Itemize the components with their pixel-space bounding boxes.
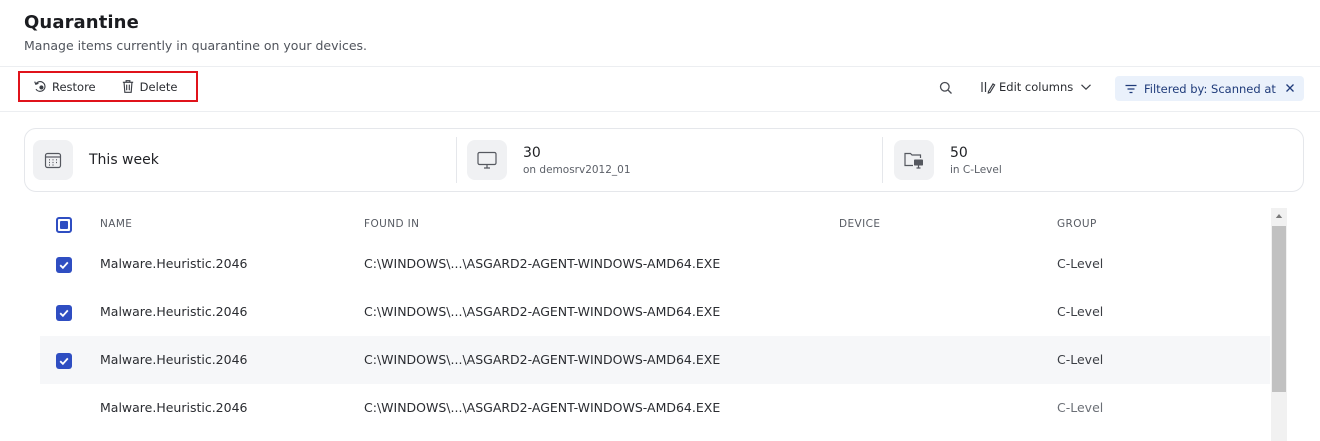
columns-icon — [981, 82, 996, 94]
bulk-actions-group: Restore Delete — [18, 71, 198, 102]
row-checkbox[interactable] — [56, 353, 72, 369]
table-row[interactable]: Malware.Heuristic.2046 C:\WINDOWS\...\AS… — [40, 336, 1270, 384]
restore-button[interactable]: Restore — [32, 79, 96, 95]
filter-icon — [1125, 84, 1137, 93]
group-stat: 50 in C-Level — [950, 145, 1002, 176]
device-stat: 30 on demosrv2012_01 — [523, 145, 631, 176]
trash-icon — [120, 79, 136, 95]
quarantine-table: NAME FOUND IN DEVICE GROUP Malware.Heuri… — [40, 204, 1270, 441]
scroll-up-button[interactable] — [1271, 208, 1287, 224]
device-count: 30 — [523, 144, 541, 161]
period-card[interactable]: This week — [33, 129, 453, 191]
table-header: NAME FOUND IN DEVICE GROUP — [40, 204, 1270, 244]
row-checkbox[interactable] — [56, 257, 72, 273]
delete-button[interactable]: Delete — [120, 79, 178, 95]
cell-group: C-Level — [1057, 256, 1104, 271]
period-label: This week — [89, 152, 159, 168]
table-scrollbar[interactable] — [1271, 208, 1287, 441]
check-icon — [59, 309, 69, 318]
folder-device-icon — [904, 152, 923, 169]
edit-columns-button[interactable]: Edit columns — [980, 79, 1093, 95]
scroll-up-arrow-icon — [1275, 214, 1283, 218]
column-header-device[interactable]: DEVICE — [839, 218, 880, 230]
filter-label: Filtered by: Scanned at — [1144, 81, 1276, 96]
table-row[interactable]: Malware.Heuristic.2046 C:\WINDOWS\...\AS… — [40, 240, 1270, 288]
card-separator — [456, 137, 457, 183]
row-checkbox[interactable] — [56, 401, 72, 417]
check-icon — [59, 357, 69, 366]
table-row[interactable]: Malware.Heuristic.2046 C:\WINDOWS\...\AS… — [40, 288, 1270, 336]
cell-name: Malware.Heuristic.2046 — [100, 400, 248, 415]
column-header-name[interactable]: NAME — [100, 218, 132, 230]
cell-name: Malware.Heuristic.2046 — [100, 256, 248, 271]
cell-group: C-Level — [1057, 400, 1104, 415]
check-icon — [59, 261, 69, 270]
scroll-thumb[interactable] — [1272, 226, 1286, 392]
cell-name: Malware.Heuristic.2046 — [100, 304, 248, 319]
close-icon[interactable] — [1284, 82, 1296, 94]
cell-found-in: C:\WINDOWS\...\ASGARD2-AGENT-WINDOWS-AMD… — [364, 352, 721, 367]
header-divider — [0, 66, 1320, 67]
search-icon — [939, 81, 952, 94]
delete-label: Delete — [139, 79, 178, 94]
calendar-icon — [44, 152, 62, 169]
card-separator — [882, 137, 883, 183]
toolbar-divider — [0, 111, 1320, 112]
group-card[interactable]: 50 in C-Level — [894, 129, 1299, 191]
chevron-down-icon — [1081, 84, 1092, 91]
monitor-icon — [477, 151, 497, 169]
column-header-group[interactable]: GROUP — [1057, 218, 1097, 230]
monitor-tile — [467, 140, 507, 180]
restore-icon — [32, 79, 48, 95]
cell-group: C-Level — [1057, 304, 1104, 319]
device-card[interactable]: 30 on demosrv2012_01 — [467, 129, 887, 191]
page-title: Quarantine — [24, 12, 139, 33]
edit-columns-label: Edit columns — [999, 80, 1074, 94]
calendar-tile — [33, 140, 73, 180]
row-checkbox[interactable] — [56, 305, 72, 321]
cell-found-in: C:\WINDOWS\...\ASGARD2-AGENT-WINDOWS-AMD… — [364, 400, 721, 415]
summary-panel: This week 30 on demosrv2012_01 50 in C-L… — [24, 128, 1304, 192]
restore-label: Restore — [52, 79, 96, 94]
filter-chip[interactable]: Filtered by: Scanned at — [1115, 76, 1304, 101]
cell-name: Malware.Heuristic.2046 — [100, 352, 248, 367]
search-button[interactable] — [938, 80, 956, 98]
table-row[interactable]: Malware.Heuristic.2046 C:\WINDOWS\...\AS… — [40, 384, 1270, 432]
select-all-checkbox[interactable] — [56, 217, 72, 233]
device-name: on demosrv2012_01 — [523, 163, 631, 176]
page-header: Quarantine Manage items currently in qua… — [24, 12, 367, 53]
group-tile — [894, 140, 934, 180]
group-name: in C-Level — [950, 163, 1002, 176]
group-count: 50 — [950, 144, 968, 161]
column-header-found-in[interactable]: FOUND IN — [364, 218, 419, 230]
page-subtitle: Manage items currently in quarantine on … — [24, 38, 368, 53]
cell-found-in: C:\WINDOWS\...\ASGARD2-AGENT-WINDOWS-AMD… — [364, 256, 721, 271]
cell-found-in: C:\WINDOWS\...\ASGARD2-AGENT-WINDOWS-AMD… — [364, 304, 721, 319]
cell-group: C-Level — [1057, 352, 1104, 367]
